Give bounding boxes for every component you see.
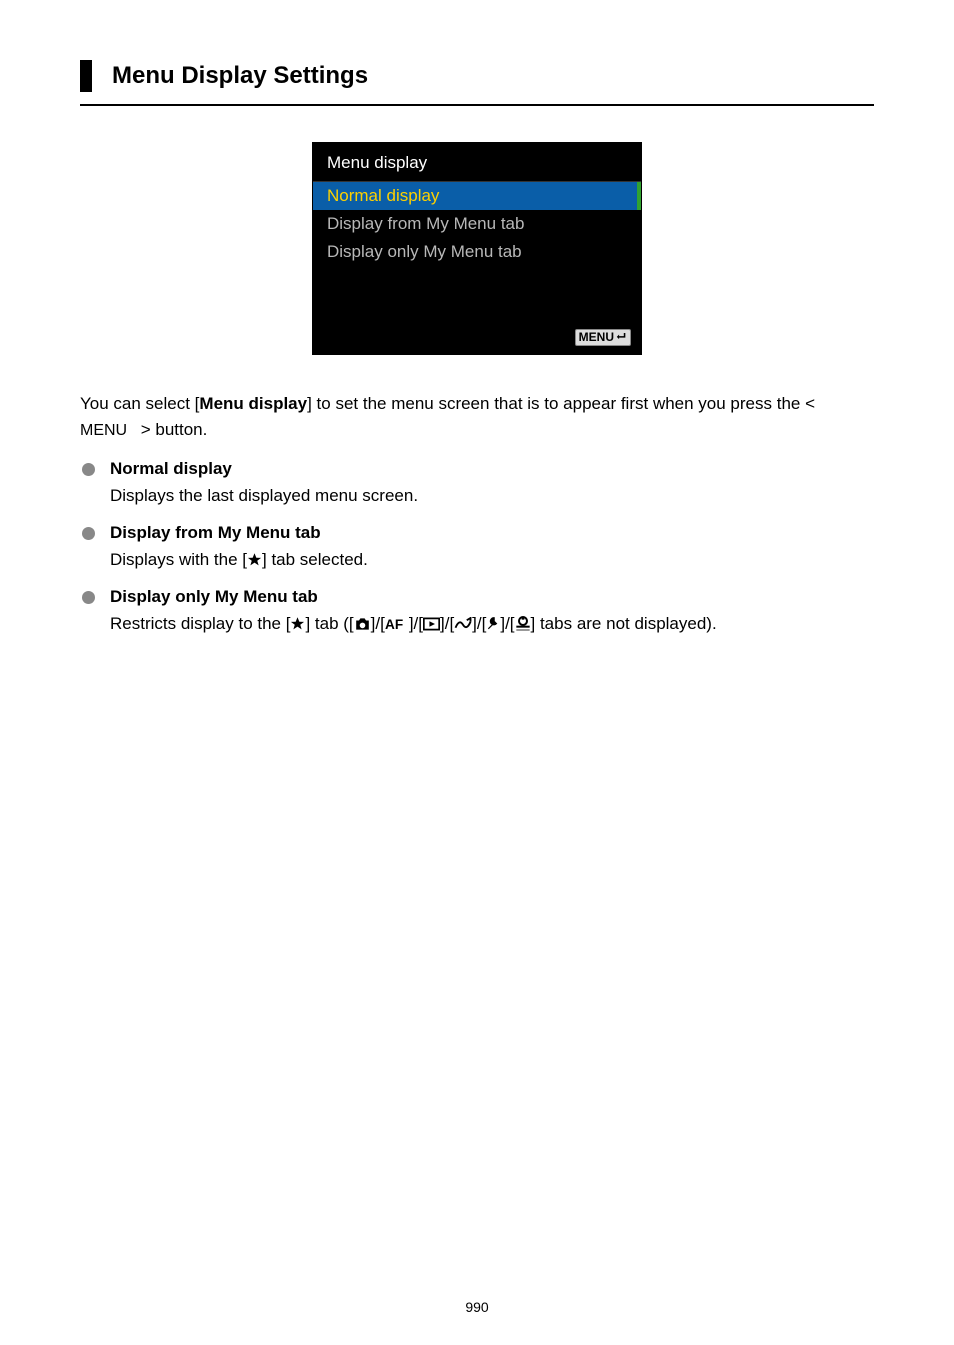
star-icon	[247, 550, 262, 569]
intro-mid: ] to set the menu screen that is to appe…	[307, 394, 815, 413]
camera-option-normal: Normal display	[313, 182, 641, 210]
body-prefix: Displays with the [	[110, 550, 247, 569]
star-icon	[290, 614, 305, 633]
bullet-list: Normal display Displays the last display…	[80, 459, 874, 638]
body-sep2: ]/[	[409, 614, 423, 633]
camera-screen: Menu display Normal display Display from…	[312, 142, 642, 355]
af-icon: AF	[385, 614, 409, 633]
camera-option-from-mymenu: Display from My Menu tab	[313, 210, 641, 238]
body-sep1: ]/[	[371, 614, 385, 633]
menu-back-label: MENU	[579, 331, 614, 343]
bullet-body: Restricts display to the [] tab ([]/[AF]…	[110, 611, 874, 637]
intro-post: > button.	[136, 420, 207, 439]
title-rule	[80, 104, 874, 106]
body-suffix: ] tab selected.	[262, 550, 368, 569]
page-title-block: Menu Display Settings	[80, 60, 874, 92]
camera-screen-title: Menu display	[313, 143, 641, 182]
custom-fn-icon	[515, 614, 531, 633]
bullet-from-mymenu: Display from My Menu tab Displays with t…	[80, 523, 874, 573]
intro-pre: You can select [	[80, 394, 199, 413]
camera-icon	[354, 614, 371, 633]
camera-screenshot-container: Menu display Normal display Display from…	[80, 142, 874, 355]
page-title: Menu Display Settings	[112, 62, 874, 90]
page-number: 990	[0, 1299, 954, 1315]
bullet-normal-display: Normal display Displays the last display…	[80, 459, 874, 509]
bullet-body: Displays the last displayed menu screen.	[110, 483, 874, 509]
intro-paragraph: You can select [Menu display] to set the…	[80, 391, 874, 445]
body-sep4: ]/[	[472, 614, 486, 633]
playback-icon	[423, 614, 440, 633]
body-suffix: ] tabs are not displayed).	[531, 614, 717, 633]
wrench-icon	[486, 614, 500, 633]
menu-back-button: MENU	[575, 329, 631, 346]
bullet-title: Normal display	[110, 459, 874, 479]
bullet-body: Displays with the [ ] tab selected.	[110, 547, 874, 573]
body-prefix: Restricts display to the [	[110, 614, 290, 633]
camera-option-only-mymenu: Display only My Menu tab	[313, 238, 641, 266]
svg-text:AF: AF	[385, 617, 403, 631]
return-icon	[616, 331, 627, 344]
camera-screen-spacer	[313, 266, 641, 322]
intro-bold: Menu display	[199, 394, 307, 413]
body-mid1: ] tab ([	[305, 614, 353, 633]
bullet-title: Display from My Menu tab	[110, 523, 874, 543]
network-icon	[454, 614, 472, 633]
body-sep5: ]/[	[500, 614, 514, 633]
menu-label-icon: MENU	[80, 418, 136, 444]
camera-screen-footer: MENU	[313, 322, 641, 354]
bullet-title: Display only My Menu tab	[110, 587, 874, 607]
body-sep3: ]/[	[440, 614, 454, 633]
svg-text:MENU: MENU	[80, 422, 127, 438]
bullet-only-mymenu: Display only My Menu tab Restricts displ…	[80, 587, 874, 637]
